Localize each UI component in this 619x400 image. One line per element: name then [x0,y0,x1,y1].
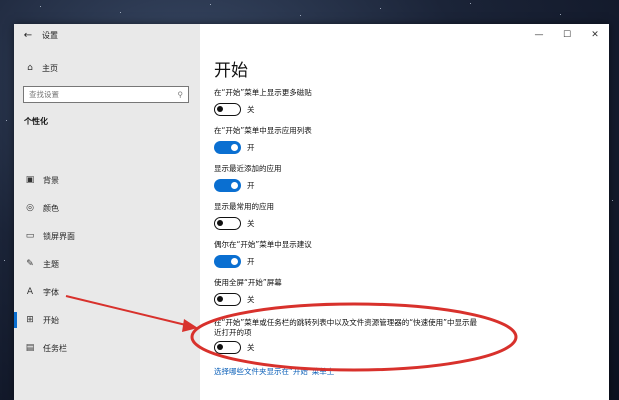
setting-label: 在“开始”菜单中显示应用列表 [214,126,312,135]
sidebar-item-taskbar[interactable]: ▤ 任务栏 [24,340,67,356]
sidebar: ← 设置 ⌂ 主页 查找设置 ⚲ 个性化 ▣ 背景 ◎ 颜色 ▭ 锁屏界面 ✎ … [14,24,200,400]
setting-fullscreen: 使用全屏“开始”屏幕 关 [214,278,604,306]
titlebar: ← 设置 [14,24,200,46]
window-controls: — ☐ ✕ [525,24,609,46]
window-title: 设置 [42,30,58,40]
toggle-switch[interactable] [214,255,241,268]
maximize-icon[interactable]: ☐ [553,24,581,46]
setting-suggestions: 偶尔在“开始”菜单中显示建议 开 [214,240,604,268]
setting-more-tiles: 在“开始”菜单上显示更多磁贴 关 [214,88,604,116]
section-title: 个性化 [24,117,48,126]
start-icon: ⊞ [26,315,34,325]
toggle-switch[interactable] [214,293,241,306]
home-label: 主页 [42,63,58,73]
main-content: — ☐ ✕ 开始 在“开始”菜单上显示更多磁贴 关 在“开始”菜单中显示应用列表… [200,24,609,400]
sidebar-item-theme[interactable]: ✎ 主题 [24,256,59,272]
toggle-state: 关 [247,343,255,352]
sidebar-item-label: 开始 [43,315,59,325]
toggle-switch[interactable] [214,341,241,354]
setting-label: 显示最常用的应用 [214,202,274,211]
home-icon: ⌂ [27,63,33,73]
sidebar-item-colors[interactable]: ◎ 颜色 [24,200,59,216]
setting-recent-items: 在“开始”菜单或任务栏的跳转列表中以及文件资源管理器的“快速使用”中显示最近打开… [214,318,484,354]
toggle-state: 关 [247,295,255,304]
toggle-state: 关 [247,219,255,228]
toggle-state: 开 [247,143,255,152]
sidebar-item-label: 锁屏界面 [43,231,75,241]
back-arrow-icon[interactable]: ← [14,30,42,41]
sidebar-item-font[interactable]: A 字体 [24,284,59,300]
sidebar-item-label: 字体 [43,287,59,297]
toggle-state: 开 [247,181,255,190]
font-icon: A [26,287,34,297]
setting-label: 在“开始”菜单上显示更多磁贴 [214,88,312,97]
toggle-switch[interactable] [214,217,241,230]
settings-window: ← 设置 ⌂ 主页 查找设置 ⚲ 个性化 ▣ 背景 ◎ 颜色 ▭ 锁屏界面 ✎ … [14,24,609,400]
toggle-switch[interactable] [214,103,241,116]
sidebar-item-start[interactable]: ⊞ 开始 [14,312,59,328]
minimize-icon[interactable]: — [525,24,553,46]
close-icon[interactable]: ✕ [581,24,609,46]
sidebar-item-lockscreen[interactable]: ▭ 锁屏界面 [24,228,75,244]
sidebar-item-background[interactable]: ▣ 背景 [24,172,59,188]
toggle-switch[interactable] [214,141,241,154]
sidebar-item-home[interactable]: ⌂ 主页 [24,62,58,74]
toggle-state: 关 [247,105,255,114]
setting-recent-apps: 显示最近添加的应用 开 [214,164,604,192]
setting-label: 显示最近添加的应用 [214,164,282,173]
page-title: 开始 [214,61,248,81]
setting-app-list: 在“开始”菜单中显示应用列表 开 [214,126,604,154]
search-placeholder: 查找设置 [29,90,59,99]
sidebar-item-label: 主题 [43,259,59,269]
palette-icon: ◎ [26,203,34,213]
sidebar-item-label: 颜色 [43,203,59,213]
lockscreen-icon: ▭ [25,231,35,241]
toggle-switch[interactable] [214,179,241,192]
setting-label: 使用全屏“开始”屏幕 [214,278,282,287]
theme-icon: ✎ [26,259,34,269]
image-icon: ▣ [25,175,35,185]
setting-label: 在“开始”菜单或任务栏的跳转列表中以及文件资源管理器的“快速使用”中显示最近打开… [214,318,478,337]
search-input[interactable]: 查找设置 ⚲ [23,86,189,103]
sidebar-item-label: 背景 [43,175,59,185]
search-icon[interactable]: ⚲ [178,90,184,99]
setting-most-used: 显示最常用的应用 关 [214,202,604,230]
choose-folders-link[interactable]: 选择哪些文件夹显示在“开始”菜单上 [214,366,334,377]
taskbar-icon: ▤ [25,343,35,353]
sidebar-item-label: 任务栏 [43,343,67,353]
setting-label: 偶尔在“开始”菜单中显示建议 [214,240,312,249]
toggle-state: 开 [247,257,255,266]
